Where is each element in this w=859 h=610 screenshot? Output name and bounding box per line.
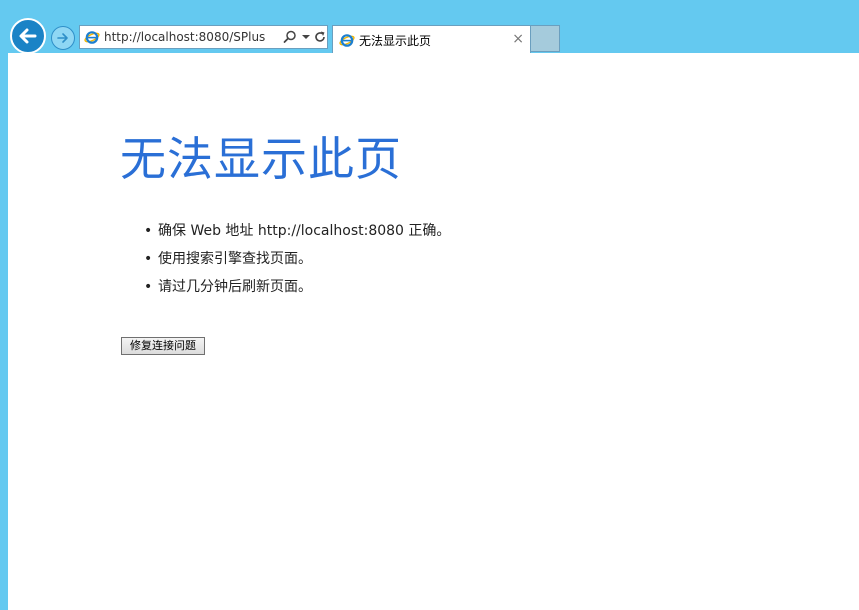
tip-text: 使用搜索引擎查找页面。 — [158, 251, 312, 267]
ie-icon — [339, 34, 355, 47]
tab-current[interactable]: 无法显示此页 × — [332, 25, 531, 53]
tab-title: 无法显示此页 — [359, 34, 432, 48]
address-bar[interactable]: http://localhost:8080/SPlus — [79, 25, 328, 49]
tip-text: 请过几分钟后刷新页面。 — [158, 279, 312, 295]
back-button[interactable] — [10, 18, 46, 54]
back-arrow-icon — [19, 28, 37, 44]
fix-connection-button[interactable]: 修复连接问题 — [121, 337, 205, 355]
browser-toolbar: http://localhost:8080/SPlus 无法显示此页 × — [0, 0, 859, 54]
address-url[interactable]: http://localhost:8080/SPlus — [104, 30, 279, 44]
bullet: • — [144, 279, 153, 295]
refresh-icon[interactable] — [313, 30, 327, 44]
tips-list: • 确保 Web 地址 http://localhost:8080 正确。 • … — [144, 220, 450, 304]
new-tab-button[interactable] — [531, 25, 560, 52]
page-content: 无法显示此页 • 确保 Web 地址 http://localhost:8080… — [8, 53, 859, 610]
close-icon[interactable]: × — [512, 31, 524, 47]
bullet: • — [144, 251, 153, 267]
search-icon[interactable] — [283, 30, 297, 44]
ie-icon — [84, 31, 100, 44]
tip-text: 确保 Web 地址 http://localhost:8080 正确。 — [158, 223, 451, 239]
list-item: • 使用搜索引擎查找页面。 — [144, 248, 450, 276]
list-item: • 确保 Web 地址 http://localhost:8080 正确。 — [144, 220, 450, 248]
list-item: • 请过几分钟后刷新页面。 — [144, 276, 450, 304]
chevron-down-icon[interactable] — [299, 30, 313, 44]
page-title: 无法显示此页 — [120, 132, 402, 186]
bullet: • — [144, 223, 153, 239]
forward-arrow-icon — [57, 33, 68, 43]
forward-button[interactable] — [51, 26, 75, 50]
